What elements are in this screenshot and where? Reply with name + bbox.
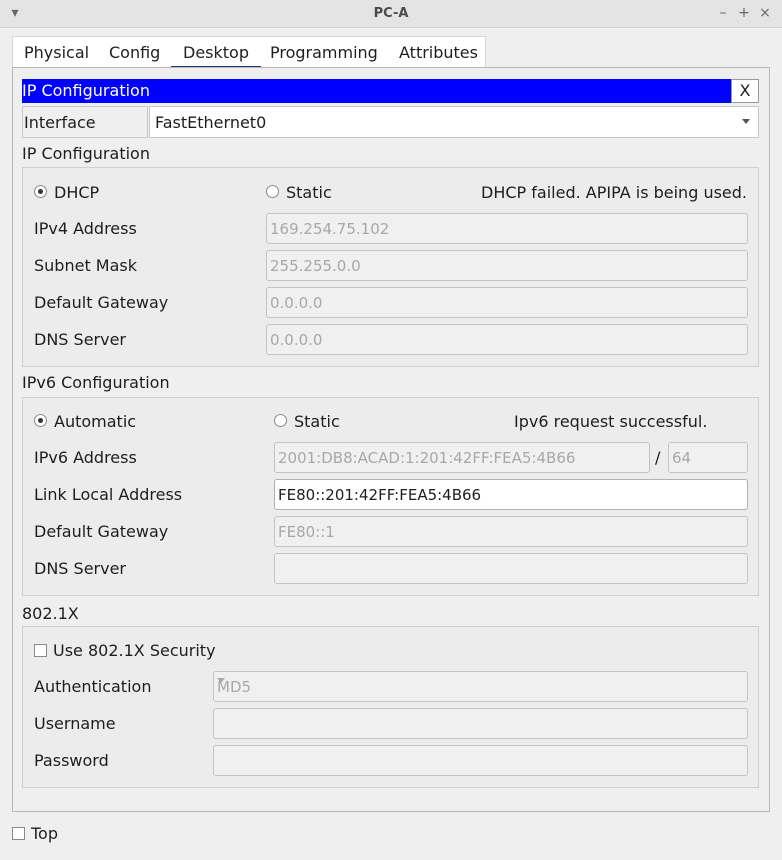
window-title: PC-A	[373, 6, 409, 21]
ipv4-gateway-field[interactable]: 0.0.0.0	[266, 287, 748, 318]
static-ipv6-radio[interactable]	[274, 414, 287, 427]
ipv4-gateway-label: Default Gateway	[34, 293, 169, 312]
ipv4-gateway-value: 0.0.0.0	[270, 294, 323, 312]
ipv4-dns-label: DNS Server	[34, 330, 126, 349]
subnet-mask-value: 255.255.0.0	[270, 257, 361, 275]
ipv6-section-title: IPv6 Configuration	[22, 373, 170, 392]
ipv6-automatic-radio[interactable]	[34, 414, 47, 427]
ipv6-gateway-value: FE80::1	[278, 523, 335, 541]
link-local-label: Link Local Address	[34, 485, 183, 504]
static-ipv6-label[interactable]: Static	[294, 412, 340, 431]
dot1x-section-title: 802.1X	[22, 604, 79, 623]
ipv4-dns-field[interactable]: 0.0.0.0	[266, 324, 748, 355]
link-local-field[interactable]: FE80::201:42FF:FEA5:4B66	[274, 479, 748, 510]
chevron-down-icon	[742, 119, 750, 124]
ip-config-header: IP Configuration	[22, 79, 732, 103]
tab-attributes[interactable]: Attributes	[399, 43, 478, 62]
ipv4-status-text: DHCP failed. APIPA is being used.	[481, 183, 747, 202]
link-local-value: FE80::201:42FF:FEA5:4B66	[278, 486, 482, 504]
subnet-mask-label: Subnet Mask	[34, 256, 138, 275]
chevron-down-icon	[217, 678, 225, 683]
ip-config-title: IP Configuration	[22, 81, 150, 100]
interface-label: Interface	[24, 113, 96, 132]
tab-physical[interactable]: Physical	[24, 43, 89, 62]
ipv6-gateway-field[interactable]: FE80::1	[274, 516, 748, 547]
password-label: Password	[34, 751, 109, 770]
interface-value: FastEthernet0	[155, 113, 267, 132]
tab-desktop[interactable]: Desktop	[171, 43, 261, 69]
authentication-select[interactable]: MD5	[213, 671, 748, 702]
title-bar: ▾ PC-A – + ×	[0, 0, 782, 28]
ipv6-address-value: 2001:DB8:ACAD:1:201:42FF:FEA5:4B66	[278, 449, 576, 467]
ipv6-dns-field[interactable]	[274, 553, 748, 584]
tab-config[interactable]: Config	[109, 43, 160, 62]
ipv6-gateway-label: Default Gateway	[34, 522, 169, 541]
subnet-mask-field[interactable]: 255.255.0.0	[266, 250, 748, 281]
ipv6-status-text: Ipv6 request successful.	[514, 412, 708, 431]
dhcp-radio[interactable]	[34, 185, 47, 198]
interface-select[interactable]: FastEthernet0	[149, 106, 759, 138]
ipv4-address-field[interactable]: 169.254.75.102	[266, 213, 748, 244]
tab-programming[interactable]: Programming	[270, 43, 378, 62]
ipv4-dns-value: 0.0.0.0	[270, 331, 323, 349]
static-ipv4-radio[interactable]	[266, 185, 279, 198]
ipv6-prefix-value: 64	[672, 449, 692, 467]
interface-label-cell: Interface	[22, 106, 148, 138]
prefix-slash: /	[655, 448, 661, 467]
ipv6-dns-label: DNS Server	[34, 559, 126, 578]
top-checkbox[interactable]	[12, 827, 25, 840]
maximize-icon[interactable]: +	[735, 4, 753, 22]
ipv4-address-label: IPv4 Address	[34, 219, 137, 238]
close-ip-config-button[interactable]: X	[731, 79, 759, 103]
ipv6-address-field[interactable]: 2001:DB8:ACAD:1:201:42FF:FEA5:4B66	[274, 442, 650, 473]
ipv4-address-value: 169.254.75.102	[270, 220, 390, 238]
close-window-icon[interactable]: ×	[756, 4, 774, 22]
ipv6-address-label: IPv6 Address	[34, 448, 137, 467]
use-dot1x-checkbox[interactable]	[34, 644, 47, 657]
ipv4-section-title: IP Configuration	[22, 144, 150, 163]
ipv6-automatic-label[interactable]: Automatic	[54, 412, 136, 431]
password-field[interactable]	[213, 745, 748, 776]
dhcp-label[interactable]: DHCP	[54, 183, 99, 202]
tab-bar: Physical Config Desktop Programming Attr…	[12, 36, 486, 69]
top-label[interactable]: Top	[31, 824, 58, 843]
authentication-label: Authentication	[34, 677, 152, 696]
minimize-icon[interactable]: –	[714, 4, 732, 22]
username-label: Username	[34, 714, 116, 733]
username-field[interactable]	[213, 708, 748, 739]
ipv6-prefix-field[interactable]: 64	[668, 442, 748, 473]
static-ipv4-label[interactable]: Static	[286, 183, 332, 202]
use-dot1x-label[interactable]: Use 802.1X Security	[53, 641, 216, 660]
